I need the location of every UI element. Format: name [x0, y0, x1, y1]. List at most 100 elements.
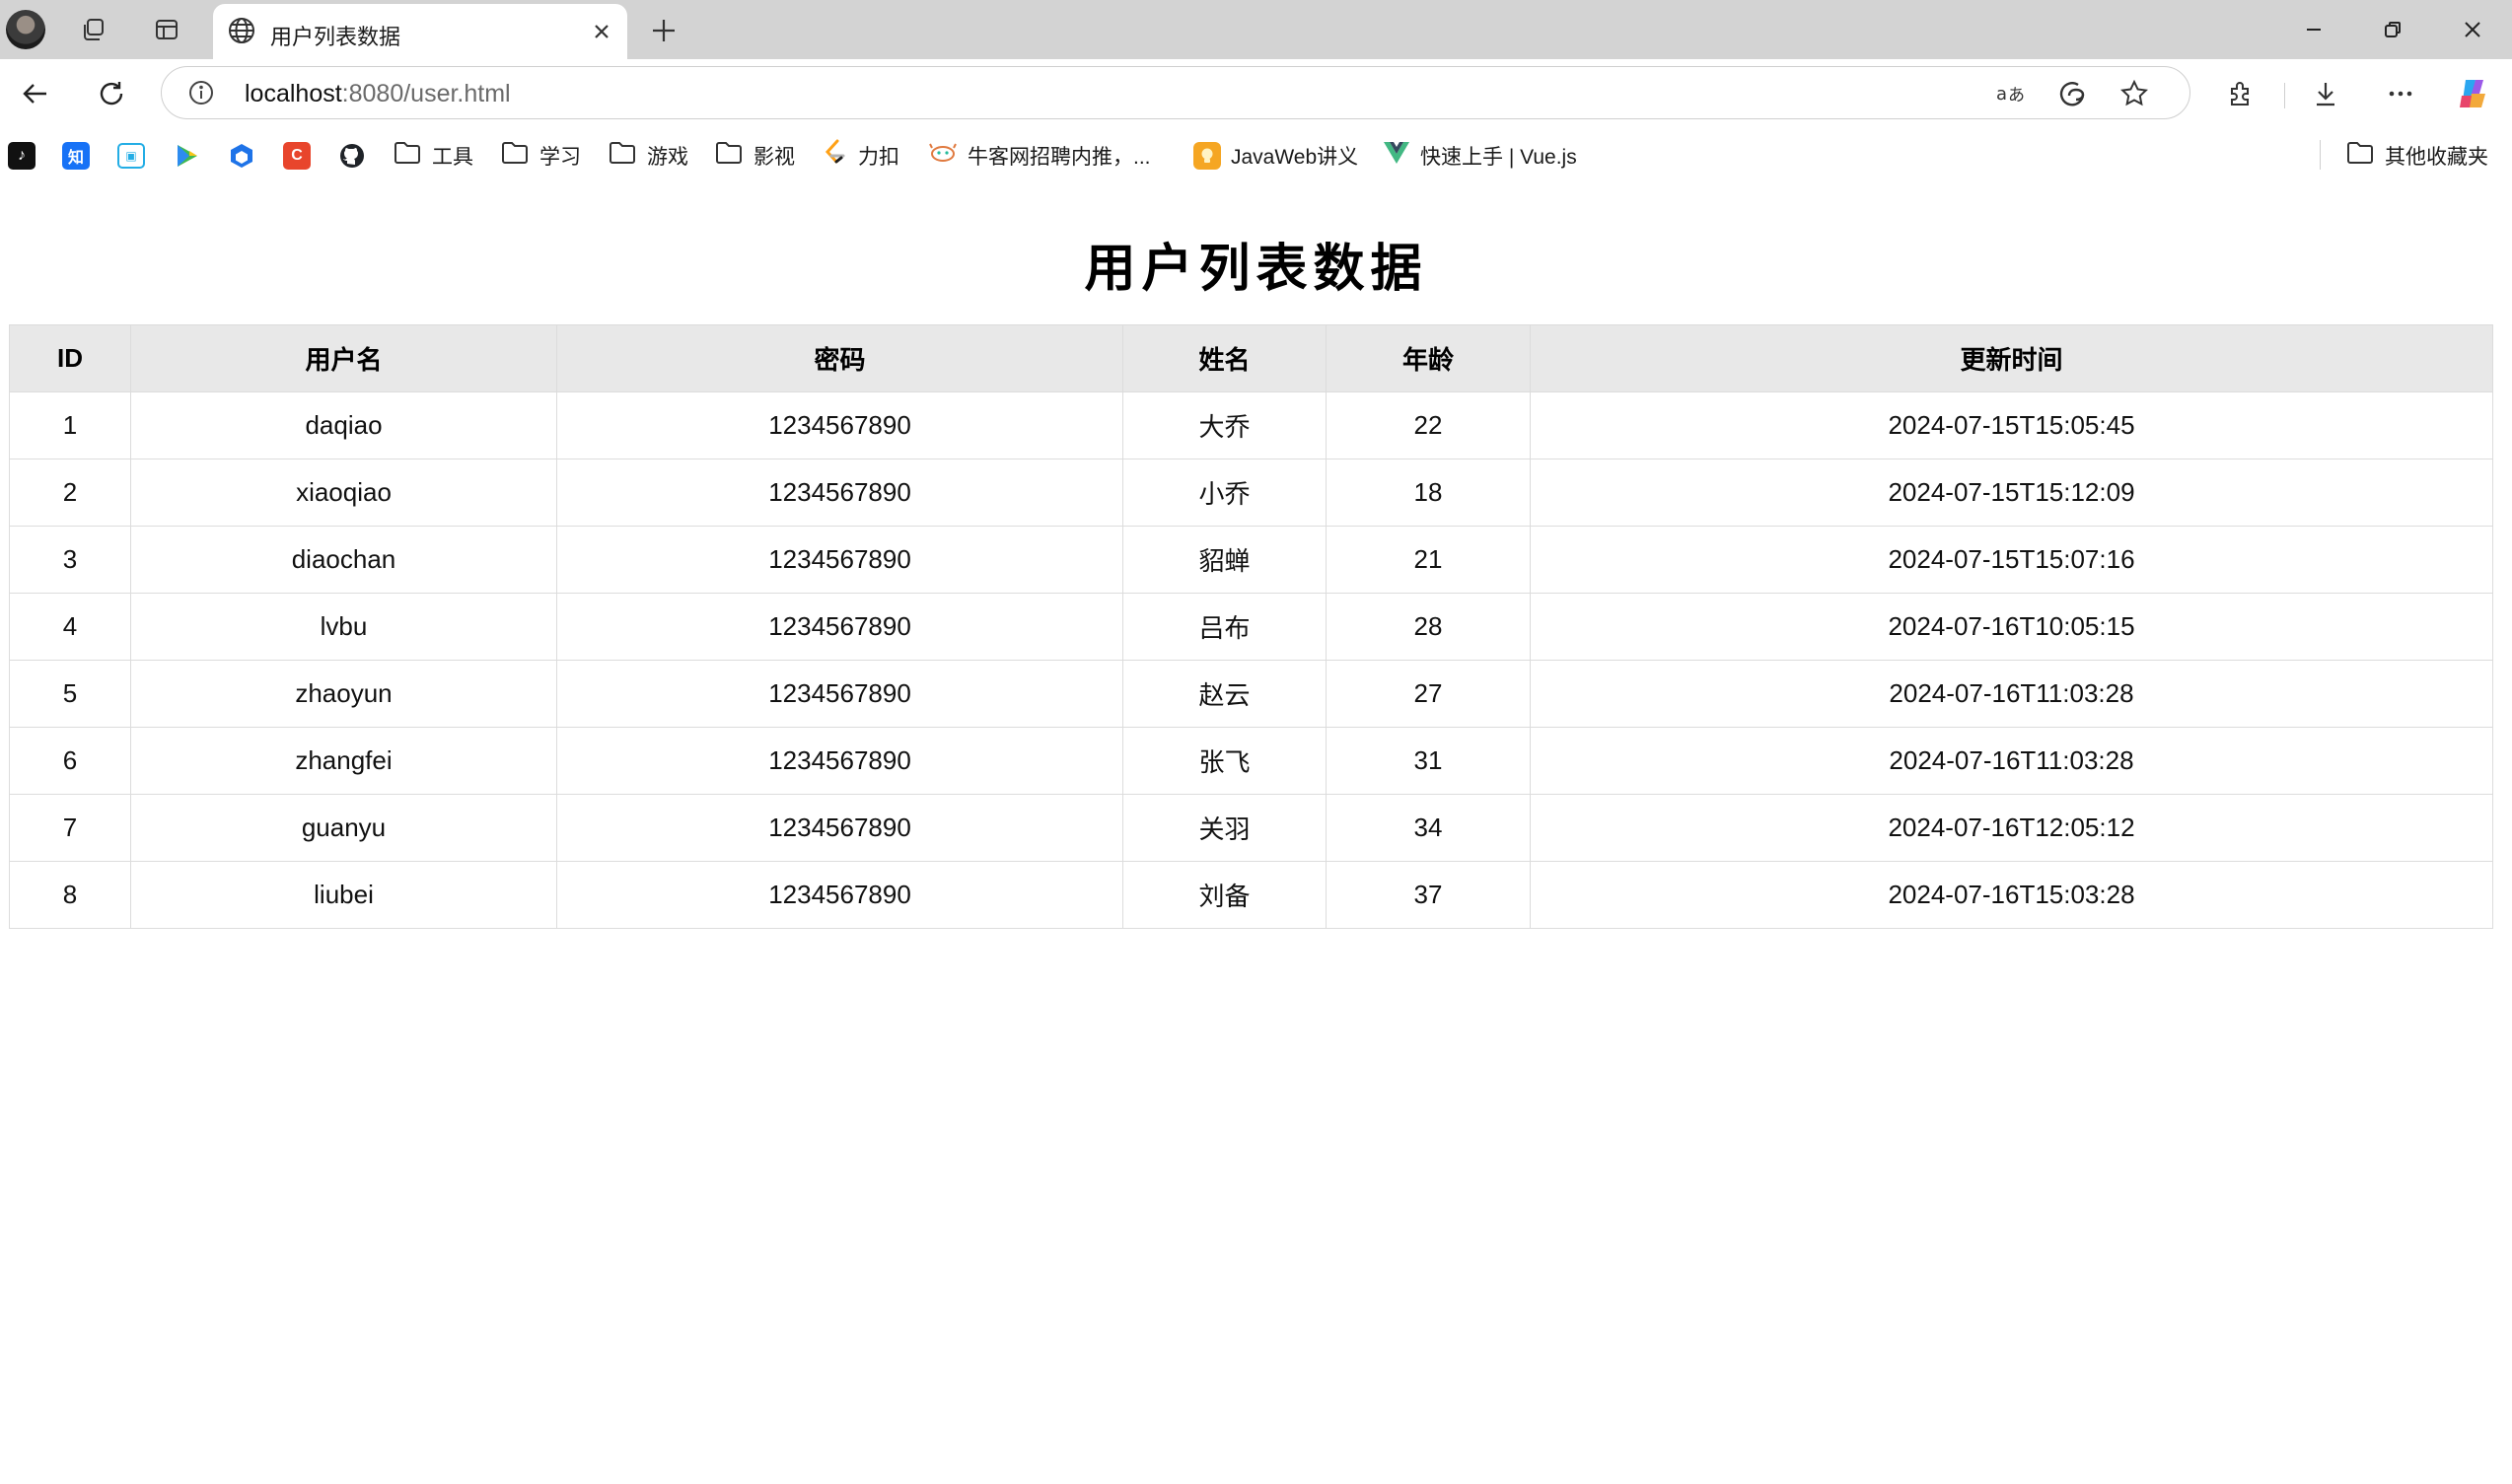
cell-username: diaochan — [130, 526, 557, 594]
cell-update-time: 2024-07-15T15:07:16 — [1530, 526, 2493, 594]
cell-update-time: 2024-07-15T15:12:09 — [1530, 459, 2493, 527]
favorite-star-icon[interactable] — [2117, 77, 2151, 110]
cell-age: 37 — [1326, 861, 1531, 929]
url-text[interactable]: localhost:8080/user.html — [245, 80, 511, 108]
cell-name: 赵云 — [1122, 660, 1327, 728]
cell-id: 2 — [9, 459, 131, 527]
cell-id: 5 — [9, 660, 131, 728]
info-icon[interactable] — [187, 79, 215, 111]
close-window-icon[interactable] — [2443, 6, 2502, 53]
bookmark-play[interactable] — [173, 136, 200, 176]
bookmark-folder-study[interactable]: 学习 — [500, 136, 581, 176]
cell-id: 8 — [9, 861, 131, 929]
page-title: 用户列表数据 — [1084, 239, 1428, 299]
cell-username: lvbu — [130, 593, 557, 661]
bookmark-leetcode[interactable]: 力扣 — [823, 136, 899, 176]
csdn-icon: C — [283, 142, 311, 170]
bookmark-other-favorites[interactable]: 其他收藏夹 — [2345, 136, 2488, 176]
nowcoder-icon — [928, 140, 958, 172]
bookmark-bilibili[interactable]: ▣ — [117, 136, 145, 176]
url-path: :8080/user.html — [341, 80, 511, 107]
cell-update-time: 2024-07-15T15:05:45 — [1530, 391, 2493, 459]
copilot-icon[interactable] — [2452, 72, 2495, 115]
cell-name: 小乔 — [1122, 459, 1327, 527]
bookmark-csdn[interactable]: C — [283, 136, 311, 176]
minimize-icon[interactable] — [2284, 6, 2343, 53]
address-bar[interactable]: localhost:8080/user.html aあ — [161, 66, 2190, 119]
page-content: 用户列表数据 ID 用户名 密码 姓名 年龄 更新时间 1 daqiao 123… — [0, 185, 2512, 1484]
cell-password: 1234567890 — [556, 459, 1123, 527]
vue-icon — [1383, 140, 1410, 172]
bookmark-folder-games[interactable]: 游戏 — [608, 136, 688, 176]
bookmark-javaweb[interactable]: JavaWeb讲义 — [1193, 136, 1358, 176]
navigation-bar: localhost:8080/user.html aあ — [0, 59, 2512, 128]
play-icon — [173, 142, 200, 170]
close-tab-icon[interactable] — [586, 16, 617, 47]
cell-update-time: 2024-07-16T15:03:28 — [1530, 861, 2493, 929]
bookmarks-bar: ♪ 知 ▣ C 工具 学习 游戏 影视 力扣 牛客网招聘内推，... JavaW… — [0, 128, 2512, 183]
folder-icon — [714, 140, 744, 172]
globe-icon — [227, 16, 256, 50]
edge-browser-icon[interactable] — [2055, 77, 2089, 110]
cell-id: 4 — [9, 593, 131, 661]
leetcode-icon — [823, 139, 848, 173]
back-arrow-icon[interactable] — [14, 72, 57, 115]
header-name: 姓名 — [1122, 324, 1327, 392]
folder-icon — [500, 140, 530, 172]
new-tab-icon[interactable] — [645, 12, 682, 49]
bookmark-tiktok[interactable]: ♪ — [8, 136, 36, 176]
downloads-icon[interactable] — [2304, 72, 2347, 115]
profile-avatar[interactable] — [6, 10, 45, 49]
table-row: 7 guanyu 1234567890 关羽 34 2024-07-16T12:… — [9, 794, 2493, 862]
bookmark-cube[interactable] — [228, 136, 255, 176]
bookmark-folder-videos[interactable]: 影视 — [714, 136, 795, 176]
zhihu-icon: 知 — [62, 142, 90, 170]
extensions-icon[interactable] — [2219, 72, 2262, 115]
svg-text:あ: あ — [2008, 86, 2025, 106]
tab-strip: 用户列表数据 — [0, 0, 2512, 59]
cell-age: 31 — [1326, 727, 1531, 795]
cell-age: 27 — [1326, 660, 1531, 728]
bookmark-nowcoder[interactable]: 牛客网招聘内推，... — [928, 136, 1151, 176]
cell-name: 吕布 — [1122, 593, 1327, 661]
cell-id: 1 — [9, 391, 131, 459]
more-menu-icon[interactable] — [2379, 72, 2422, 115]
restore-icon[interactable] — [2363, 6, 2422, 53]
bookmark-folder-tools[interactable]: 工具 — [393, 136, 473, 176]
read-aloud-icon[interactable]: aあ — [1994, 77, 2028, 110]
refresh-icon[interactable] — [90, 72, 133, 115]
table-row: 2 xiaoqiao 1234567890 小乔 18 2024-07-15T1… — [9, 459, 2493, 527]
bookmark-label: 快速上手 | Vue.js — [1420, 146, 1577, 169]
table-row: 6 zhangfei 1234567890 张飞 31 2024-07-16T1… — [9, 727, 2493, 795]
vertical-tabs-icon[interactable] — [150, 13, 183, 46]
bookmark-label: JavaWeb讲义 — [1231, 146, 1359, 169]
bookmark-vue[interactable]: 快速上手 | Vue.js — [1383, 136, 1577, 176]
user-table: ID 用户名 密码 姓名 年龄 更新时间 1 daqiao 1234567890… — [9, 324, 2493, 929]
cell-username: guanyu — [130, 794, 557, 862]
cell-password: 1234567890 — [556, 391, 1123, 459]
active-tab[interactable]: 用户列表数据 — [213, 4, 627, 59]
cell-name: 刘备 — [1122, 861, 1327, 929]
folder-icon — [2345, 140, 2375, 172]
table-row: 8 liubei 1234567890 刘备 37 2024-07-16T15:… — [9, 861, 2493, 929]
folder-icon — [393, 140, 422, 172]
cell-update-time: 2024-07-16T11:03:28 — [1530, 727, 2493, 795]
cell-username: liubei — [130, 861, 557, 929]
collections-icon[interactable] — [77, 13, 110, 46]
header-id: ID — [9, 324, 131, 392]
bookmark-github[interactable] — [338, 136, 366, 176]
cell-update-time: 2024-07-16T10:05:15 — [1530, 593, 2493, 661]
cell-id: 3 — [9, 526, 131, 594]
bookmark-label: 牛客网招聘内推，... — [968, 146, 1151, 169]
header-username: 用户名 — [130, 324, 557, 392]
cell-name: 张飞 — [1122, 727, 1327, 795]
bookmark-zhihu[interactable]: 知 — [62, 136, 90, 176]
svg-text:a: a — [1996, 84, 2007, 105]
tab-title: 用户列表数据 — [270, 25, 401, 49]
cell-age: 22 — [1326, 391, 1531, 459]
cell-password: 1234567890 — [556, 660, 1123, 728]
cell-password: 1234567890 — [556, 861, 1123, 929]
cell-id: 6 — [9, 727, 131, 795]
folder-icon — [608, 140, 637, 172]
cell-age: 18 — [1326, 459, 1531, 527]
